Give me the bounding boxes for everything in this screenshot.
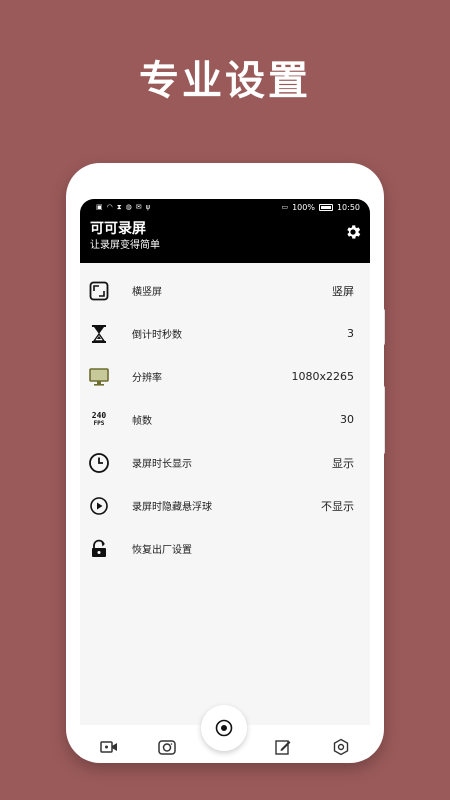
fps-icon-unit: FPS: [93, 420, 105, 427]
setting-duration-display[interactable]: 录屏时长显示 显示: [80, 441, 370, 484]
camera-icon: [158, 740, 176, 755]
app-bar: 可可录屏 让录屏变得简单: [80, 215, 370, 263]
screen-record-icon: ▭: [281, 203, 289, 211]
setting-value: 1080x2265: [291, 370, 355, 383]
setting-framerate[interactable]: 240 FPS 帧数 30: [80, 398, 370, 441]
fps-icon-number: 240: [91, 411, 107, 420]
setting-label: 录屏时长显示: [132, 459, 192, 470]
clock-time: 10:50: [336, 202, 360, 212]
nav-video-record[interactable]: [98, 737, 120, 757]
setting-label: 录屏时隐藏悬浮球: [132, 502, 212, 513]
headline: 专业设置: [139, 58, 311, 104]
usb-icon: ψ: [145, 203, 151, 211]
battery-percent: 100%: [292, 202, 315, 212]
record-icon: [215, 719, 233, 737]
setting-orientation[interactable]: 横竖屏 竖屏: [80, 269, 370, 312]
setting-hide-floating-ball[interactable]: 录屏时隐藏悬浮球 不显示: [80, 484, 370, 527]
setting-value: 30: [340, 413, 354, 426]
mail-icon: ✉: [135, 203, 142, 211]
hexagon-settings-icon: [333, 738, 349, 756]
battery-icon: [318, 203, 333, 211]
video-camera-icon: [100, 741, 117, 753]
app-subtitle: 让录屏变得简单: [90, 240, 160, 251]
setting-value: 不显示: [321, 499, 354, 513]
edit-icon: [275, 740, 291, 755]
setting-label: 横竖屏: [132, 287, 162, 298]
record-fab[interactable]: [201, 705, 247, 751]
reset-icon: [88, 538, 110, 560]
phone-screen: ▣ ◠ ⧗ ◍ ✉ ψ ▭ 100% 10:50 可可录屏 让录屏变得简单 横竖…: [80, 199, 370, 759]
wifi-icon: ◠: [106, 203, 113, 211]
setting-countdown[interactable]: 倒计时秒数 3: [80, 312, 370, 355]
notification-icon: ▣: [96, 203, 103, 211]
fps-icon: 240 FPS: [88, 409, 110, 431]
play-circle-icon: [88, 495, 110, 517]
monitor-icon: [88, 366, 110, 388]
setting-label: 帧数: [132, 416, 152, 427]
setting-resolution[interactable]: 分辨率 1080x2265: [80, 355, 370, 398]
hourglass-icon: [88, 323, 110, 345]
phone-frame: ▣ ◠ ⧗ ◍ ✉ ψ ▭ 100% 10:50 可可录屏 让录屏变得简单 横竖…: [66, 163, 384, 763]
status-icons-right: ▭ 100% 10:50: [281, 203, 360, 212]
setting-value: 3: [347, 327, 354, 340]
settings-list: 横竖屏 竖屏 倒计时秒数 3 分辨率 1080x2265 240 FPS 帧数 …: [80, 263, 370, 570]
app-title: 可可录屏: [90, 221, 146, 237]
status-icons-left: ▣ ◠ ⧗ ◍ ✉ ψ: [96, 203, 150, 212]
nav-settings[interactable]: [330, 737, 352, 757]
setting-label: 分辨率: [132, 373, 162, 384]
screen-rotation-icon: [88, 280, 110, 302]
hourglass-small-icon: ⧗: [116, 202, 122, 211]
nav-screenshot[interactable]: [156, 737, 178, 757]
game-icon: ◍: [125, 203, 132, 211]
setting-label: 恢复出厂设置: [132, 545, 192, 556]
status-bar: ▣ ◠ ⧗ ◍ ✉ ψ ▭ 100% 10:50: [80, 199, 370, 215]
setting-factory-reset[interactable]: 恢复出厂设置: [80, 527, 370, 570]
clock-icon: [88, 452, 110, 474]
setting-value: 显示: [332, 456, 354, 470]
setting-value: 竖屏: [332, 284, 354, 298]
nav-edit[interactable]: [272, 737, 294, 757]
gear-icon[interactable]: [344, 223, 362, 241]
setting-label: 倒计时秒数: [132, 330, 182, 341]
